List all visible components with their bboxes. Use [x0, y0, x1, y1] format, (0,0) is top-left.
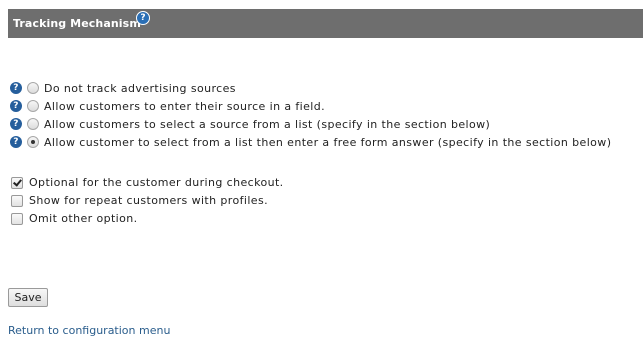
tracking-option-label: Do not track advertising sources: [44, 81, 236, 95]
question-icon[interactable]: ?: [10, 82, 22, 94]
question-icon[interactable]: ?: [10, 136, 22, 148]
question-icon[interactable]: ?: [136, 11, 150, 25]
tracking-option-radio[interactable]: [27, 136, 39, 148]
tracking-option-radio[interactable]: [27, 118, 39, 130]
question-icon[interactable]: ?: [10, 118, 22, 130]
tracking-option-row: ? Allow customer to select from a list t…: [10, 134, 611, 150]
save-button[interactable]: Save: [8, 288, 48, 307]
return-to-config-link[interactable]: Return to configuration menu: [8, 324, 170, 337]
optional-checkout-checkbox[interactable]: [11, 176, 23, 189]
checkbox-row: Omit other option.: [11, 211, 138, 226]
tracking-option-row: ? Allow customers to select a source fro…: [10, 116, 490, 132]
tracking-option-row: ? Do not track advertising sources: [10, 80, 236, 96]
section-title: Tracking Mechanism: [13, 17, 141, 30]
tracking-option-radio[interactable]: [27, 82, 39, 94]
checkbox-row: Show for repeat customers with profiles.: [11, 193, 268, 208]
checkbox-row: Optional for the customer during checkou…: [11, 175, 284, 190]
checkbox-label: Optional for the customer during checkou…: [29, 176, 284, 189]
question-icon[interactable]: ?: [10, 100, 22, 112]
checkbox-label: Show for repeat customers with profiles.: [29, 194, 268, 207]
section-header: Tracking Mechanism ?: [8, 9, 643, 38]
omit-other-checkbox[interactable]: [11, 212, 23, 225]
checkbox-label: Omit other option.: [29, 212, 138, 225]
tracking-option-label: Allow customers to select a source from …: [44, 117, 491, 131]
tracking-option-label: Allow customers to enter their source in…: [44, 99, 326, 113]
tracking-option-radio[interactable]: [27, 100, 39, 112]
tracking-option-label: Allow customer to select from a list the…: [44, 135, 612, 149]
tracking-option-row: ? Allow customers to enter their source …: [10, 98, 325, 114]
repeat-customers-checkbox[interactable]: [11, 194, 23, 207]
